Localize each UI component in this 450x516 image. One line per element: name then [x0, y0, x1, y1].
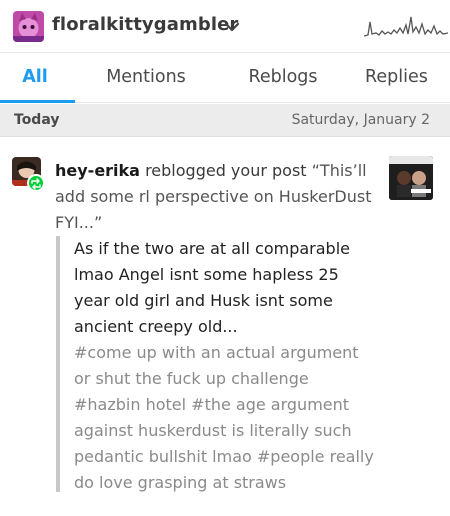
chevron-down-icon[interactable]: [222, 17, 242, 37]
activity-tabs: All Mentions Reblogs Replies: [0, 53, 450, 103]
notification-headline: hey-erika reblogged your post “This’ll a…: [55, 158, 375, 236]
tab-reblogs[interactable]: Reblogs: [235, 53, 331, 103]
tab-mentions[interactable]: Mentions: [92, 53, 200, 103]
post-thumbnail[interactable]: [389, 156, 433, 200]
notification-item[interactable]: hey-erika reblogged your post “This’ll a…: [0, 138, 450, 516]
date-section-header: Today Saturday, January 2: [0, 104, 450, 137]
active-tab-indicator: [0, 100, 75, 103]
notification-action: reblogged your post: [139, 161, 312, 180]
tab-replies[interactable]: Replies: [365, 53, 450, 103]
blog-avatar[interactable]: [13, 11, 44, 42]
tab-all[interactable]: All: [0, 53, 70, 103]
reblog-tags: #come up with an actual argument or shut…: [74, 343, 374, 492]
section-date: Saturday, January 2: [291, 112, 430, 128]
reblog-body-text: As if the two are at all comparable lmao…: [74, 239, 350, 336]
notification-username[interactable]: hey-erika: [55, 161, 140, 180]
activity-graph-icon[interactable]: [364, 12, 448, 42]
reblog-icon: [27, 174, 45, 192]
reblog-content: As if the two are at all comparable lmao…: [56, 236, 376, 492]
app-header: floralkittygambler: [0, 0, 450, 53]
section-label: Today: [14, 112, 60, 128]
blog-name[interactable]: floralkittygambler: [52, 14, 238, 35]
